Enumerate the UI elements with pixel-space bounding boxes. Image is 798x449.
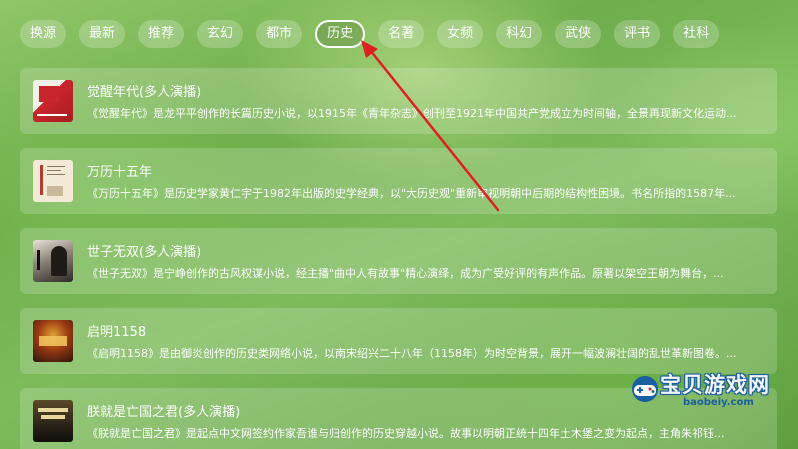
book-title: 觉醒年代(多人演播) bbox=[87, 85, 202, 100]
list-item[interactable]: 万历十五年 《万历十五年》是历史学家黄仁宇于1982年出版的史学经典，以"大历史… bbox=[20, 148, 777, 214]
tab-history[interactable]: 历史 bbox=[315, 20, 366, 48]
gamepad-icon bbox=[632, 376, 658, 402]
book-cover bbox=[33, 240, 73, 282]
book-cover bbox=[33, 320, 73, 362]
book-title: 世子无双(多人演播) bbox=[87, 245, 202, 260]
book-title: 朕就是亡国之君(多人演播) bbox=[87, 405, 241, 420]
tab-scifi[interactable]: 科幻 bbox=[496, 20, 543, 48]
list-item[interactable]: 觉醒年代(多人演播) 《觉醒年代》是龙平平创作的长篇历史小说，以1915年《青年… bbox=[20, 68, 777, 134]
tab-classics[interactable]: 名著 bbox=[378, 20, 425, 48]
watermark-text: 宝贝游戏网 bbox=[660, 373, 770, 397]
tab-fantasy[interactable]: 玄幻 bbox=[197, 20, 244, 48]
book-title: 万历十五年 bbox=[87, 165, 153, 180]
book-description: 《觉醒年代》是龙平平创作的长篇历史小说，以1915年《青年杂志》创刊至1921年… bbox=[87, 107, 737, 120]
watermark-logo: 宝贝游戏网 baobeiy.com bbox=[628, 369, 770, 437]
book-description: 《世子无双》是宁峥创作的古风权谋小说，经主播"曲中人有故事"精心演绎，成为广受好… bbox=[87, 267, 724, 280]
book-title: 启明1158 bbox=[87, 325, 147, 340]
book-cover bbox=[33, 160, 73, 202]
tab-female[interactable]: 女频 bbox=[437, 20, 484, 48]
list-item[interactable]: 世子无双(多人演播) 《世子无双》是宁峥创作的古风权谋小说，经主播"曲中人有故事… bbox=[20, 228, 777, 294]
watermark-url: baobeiy.com bbox=[683, 397, 754, 408]
tab-latest[interactable]: 最新 bbox=[79, 20, 126, 48]
list-item[interactable]: 启明1158 《启明1158》是由御炎创作的历史类网络小说，以南宋绍兴二十八年（… bbox=[20, 308, 777, 374]
category-tabs: 换源 最新 推荐 玄幻 都市 历史 名著 女频 科幻 武侠 评书 社科 bbox=[20, 20, 732, 48]
tab-social-science[interactable]: 社科 bbox=[673, 20, 720, 48]
book-description: 《万历十五年》是历史学家黄仁宇于1982年出版的史学经典，以"大历史观"重新审视… bbox=[87, 187, 736, 200]
tab-storytelling[interactable]: 评书 bbox=[614, 20, 661, 48]
tab-wuxia[interactable]: 武侠 bbox=[555, 20, 602, 48]
book-cover bbox=[33, 80, 73, 122]
book-cover bbox=[33, 400, 73, 442]
tab-recommended[interactable]: 推荐 bbox=[138, 20, 185, 48]
tab-change-source[interactable]: 换源 bbox=[20, 20, 67, 48]
book-description: 《启明1158》是由御炎创作的历史类网络小说，以南宋绍兴二十八年（1158年）为… bbox=[87, 347, 737, 360]
tab-urban[interactable]: 都市 bbox=[256, 20, 303, 48]
